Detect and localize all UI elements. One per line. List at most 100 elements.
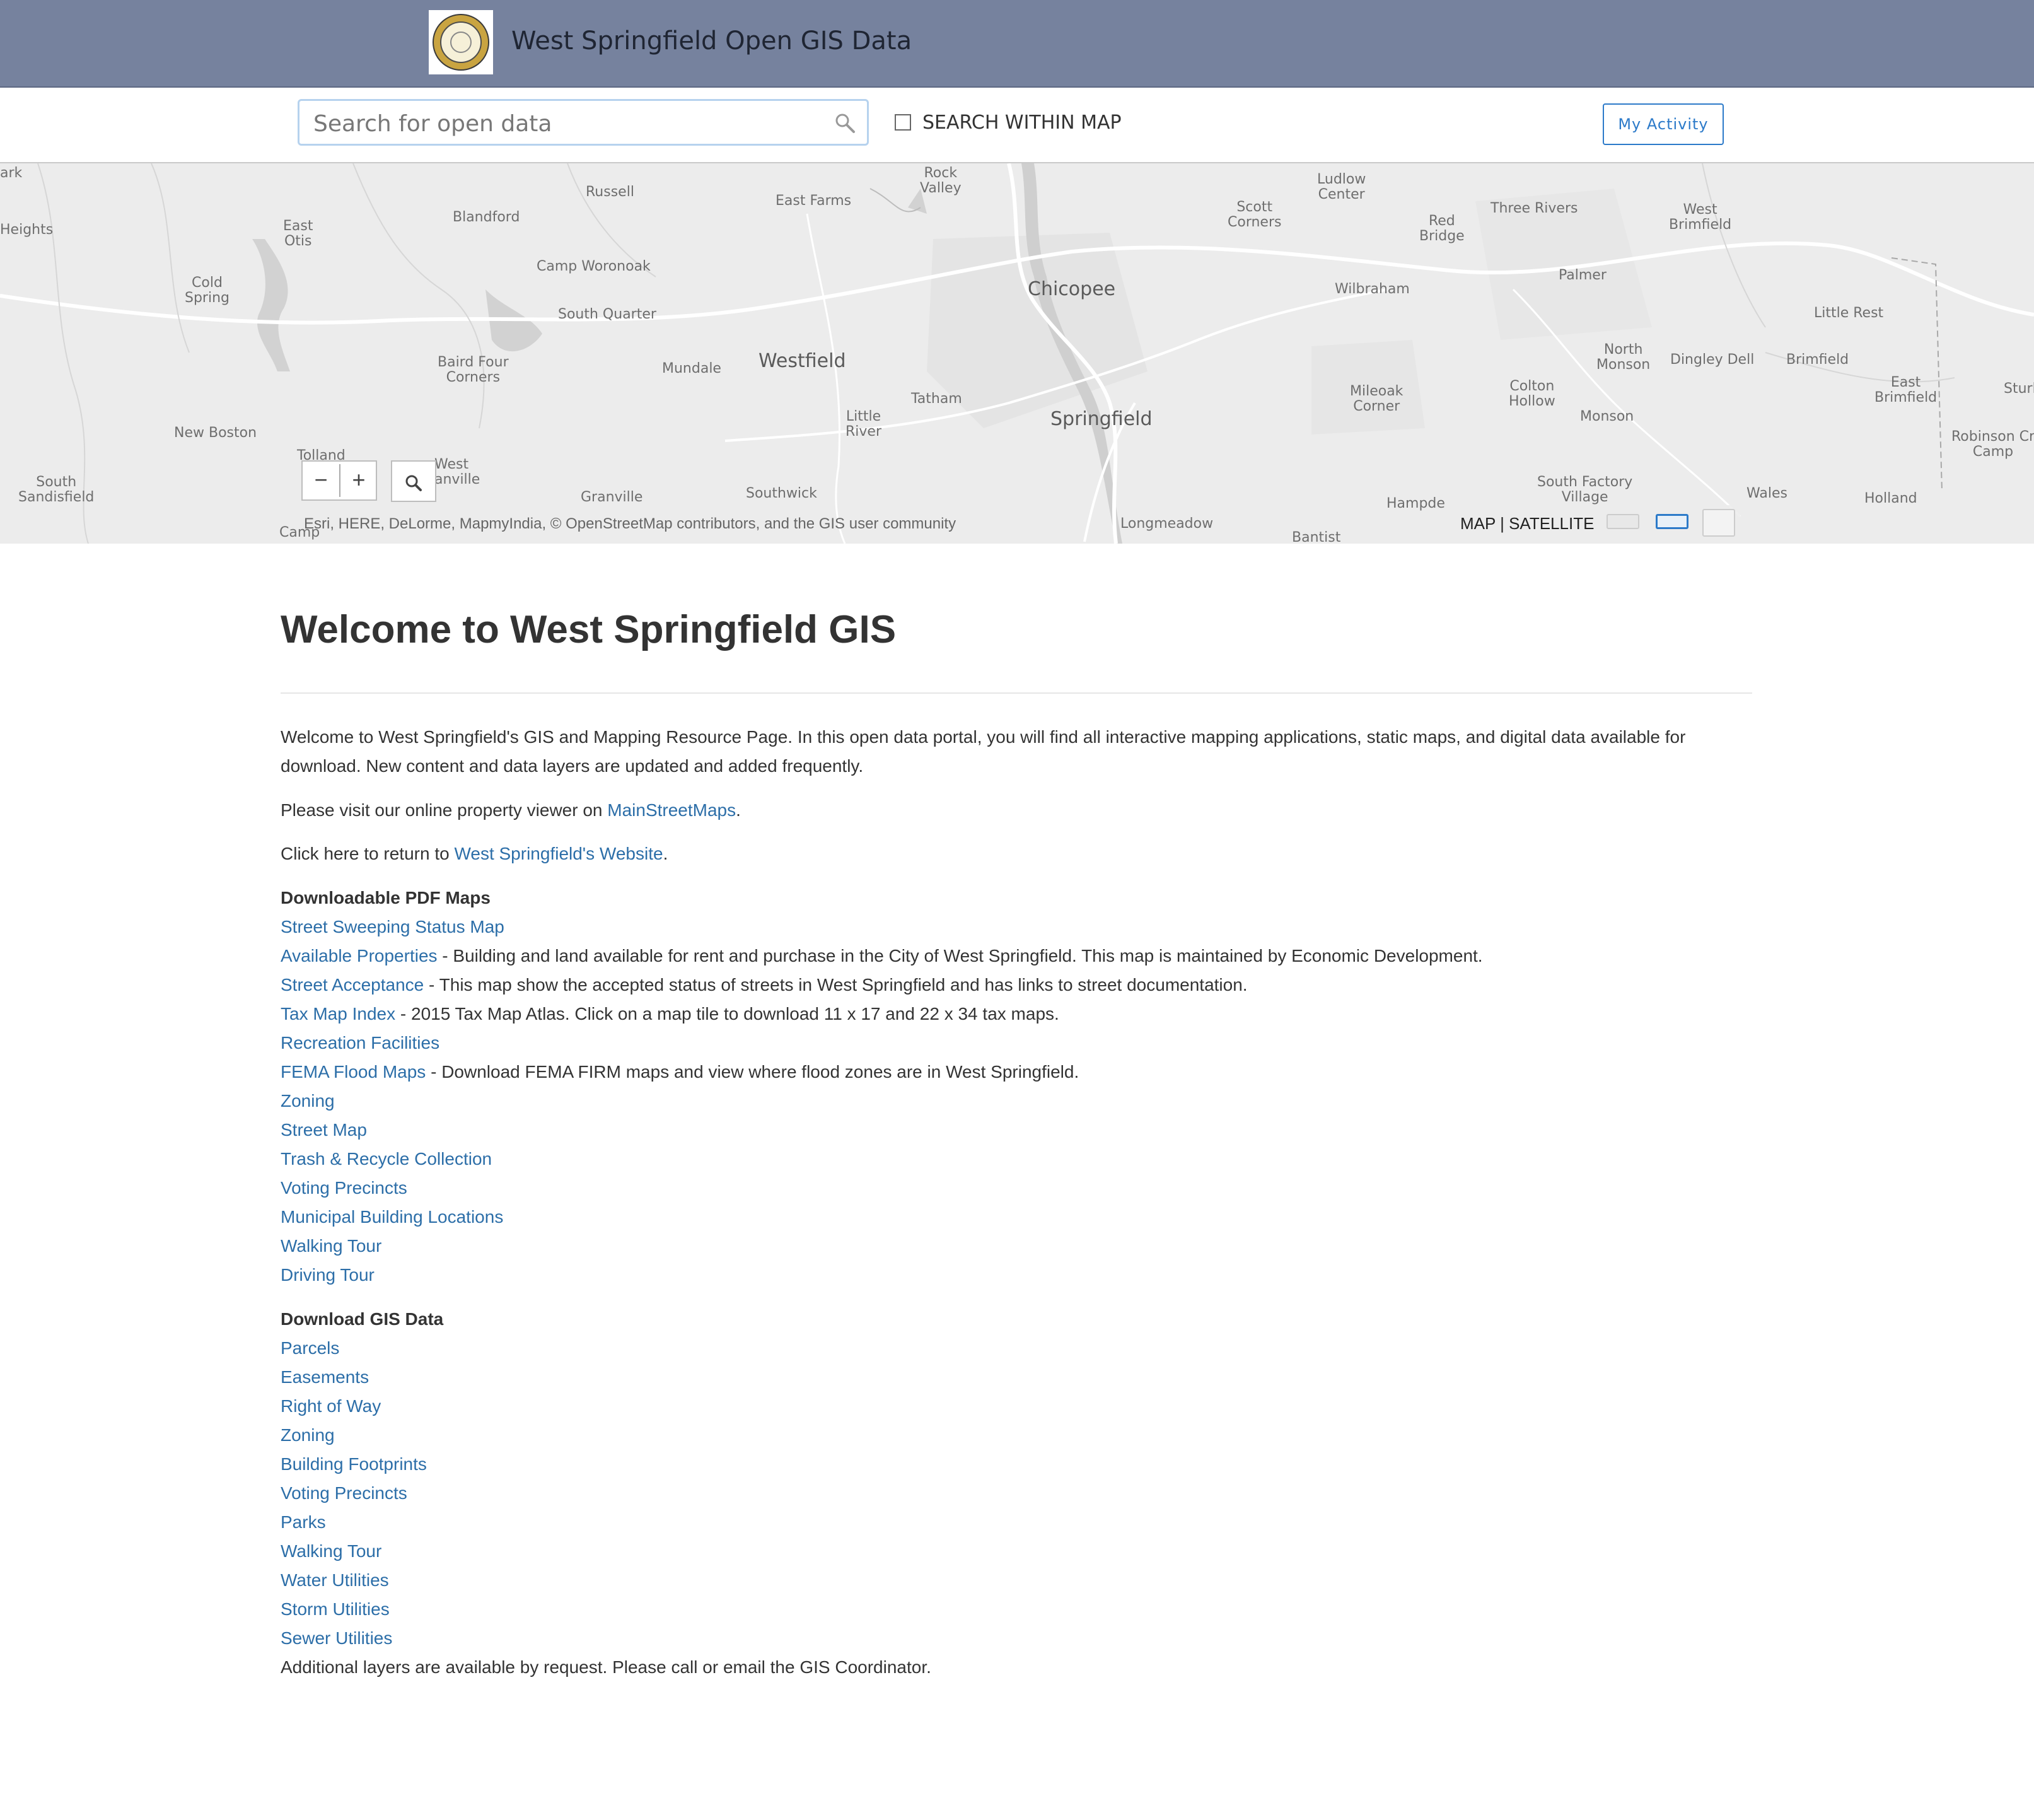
map-place-label: Colton Hollow	[1509, 378, 1555, 409]
gis-data-link[interactable]: Zoning	[281, 1425, 335, 1445]
map-place-label: Dingley Dell	[1670, 352, 1755, 368]
site-title[interactable]: West Springfield Open GIS Data	[511, 26, 912, 55]
my-activity-button[interactable]: My Activity	[1603, 103, 1724, 145]
city-seal-logo[interactable]	[429, 10, 493, 74]
pdf-map-item: Recreation Facilities	[281, 1029, 439, 1058]
gis-data-link[interactable]: Parcels	[281, 1338, 339, 1358]
pdf-map-item: Walking Tour	[281, 1232, 381, 1261]
map-place-label: Bantist	[1292, 530, 1341, 544]
pdf-map-link[interactable]: Tax Map Index	[281, 1004, 395, 1024]
gis-data-link[interactable]: Right of Way	[281, 1396, 381, 1416]
gis-data-item: Right of Way	[281, 1392, 381, 1421]
map-place-label: Scott Corners	[1228, 199, 1282, 230]
gis-data-item: Voting Precincts	[281, 1479, 407, 1508]
search-within-map-label[interactable]: SEARCH WITHIN MAP	[922, 112, 1122, 134]
map-place-label: Springfield	[1050, 408, 1153, 430]
map-place-label: Robinson Cr Camp	[1951, 429, 2034, 460]
footer-note: Additional layers are available by reque…	[281, 1657, 931, 1677]
map-place-label: Heights	[0, 222, 54, 238]
pdf-map-link[interactable]: Recreation Facilities	[281, 1033, 439, 1053]
search-input[interactable]	[312, 107, 819, 140]
basemap-thumb-satellite[interactable]	[1702, 509, 1735, 537]
map-place-label: Tatham	[911, 391, 962, 407]
gis-data-item: Zoning	[281, 1421, 335, 1450]
pdf-map-item: Driving Tour	[281, 1261, 375, 1290]
gis-data-link[interactable]: Easements	[281, 1367, 369, 1387]
map-place-label: Blandford	[453, 209, 520, 225]
search-icon	[405, 475, 422, 491]
zoom-out-button[interactable]: −	[303, 462, 339, 499]
map-attribution: Esri, HERE, DeLorme, MapmyIndia, © OpenS…	[304, 515, 956, 532]
city-website-link[interactable]: West Springfield's Website	[454, 844, 663, 863]
mainstreetmaps-link[interactable]: MainStreetMaps	[607, 800, 736, 820]
pdf-map-item: Voting Precincts	[281, 1174, 407, 1203]
main-content: Welcome to West Springfield GIS Welcome …	[281, 605, 1752, 1677]
site-header: West Springfield Open GIS Data	[0, 0, 2034, 88]
gis-data-item: Walking Tour	[281, 1537, 381, 1566]
basemap-label[interactable]: MAP | SATELLITE	[1460, 514, 1594, 534]
map-place-label: Palmer	[1559, 267, 1607, 283]
search-within-map-checkbox[interactable]	[895, 114, 911, 131]
gis-data-link[interactable]: Sewer Utilities	[281, 1628, 392, 1648]
map-search-button[interactable]	[391, 460, 436, 502]
pdf-map-link[interactable]: Zoning	[281, 1091, 335, 1111]
pdf-map-link[interactable]: FEMA Flood Maps	[281, 1062, 426, 1082]
search-icon[interactable]	[834, 112, 856, 134]
pdf-map-link[interactable]: Trash & Recycle Collection	[281, 1149, 492, 1169]
map-place-label: Chicopee	[1028, 278, 1116, 300]
search-bar: SEARCH WITHIN MAP My Activity	[0, 88, 2034, 163]
gis-data-link[interactable]: Water Utilities	[281, 1570, 389, 1590]
map-place-label: South Sandisfield	[18, 474, 95, 505]
basemap-thumb-light[interactable]	[1607, 514, 1639, 529]
map-place-label: Ludlow Center	[1317, 172, 1366, 202]
map-place-label: Granville	[581, 489, 643, 505]
pdf-map-link[interactable]: Street Map	[281, 1120, 367, 1140]
pdf-map-item: Street Map	[281, 1116, 367, 1145]
gis-data-link[interactable]: Building Footprints	[281, 1454, 427, 1474]
map-place-label: East Brimfield	[1874, 375, 1938, 405]
gis-data-link[interactable]: Walking Tour	[281, 1541, 381, 1561]
map-place-label: Rock Valley	[920, 165, 962, 196]
zoom-in-button[interactable]: +	[340, 462, 377, 499]
pdf-map-link[interactable]: Available Properties	[281, 946, 438, 965]
gis-data-link[interactable]: Voting Precincts	[281, 1483, 407, 1503]
pdf-map-item: Trash & Recycle Collection	[281, 1145, 492, 1174]
map-place-label: Wales	[1746, 486, 1787, 501]
map-place-label: New Boston	[174, 425, 257, 441]
gis-data-item: Parks	[281, 1508, 326, 1537]
map-place-label: South Quarter	[558, 306, 656, 322]
pdf-map-link[interactable]: Driving Tour	[281, 1265, 375, 1285]
map-place-label: Westfield	[758, 350, 846, 372]
search-box[interactable]	[298, 99, 869, 146]
map-place-label: Monson	[1580, 409, 1634, 424]
gis-data-item: Water Utilities	[281, 1566, 389, 1595]
map-place-label: Little River	[846, 409, 881, 440]
map-place-label: Mileoak Corner	[1350, 383, 1403, 414]
map-place-label: East Farms	[776, 193, 852, 209]
pdf-map-link[interactable]: Street Sweeping Status Map	[281, 917, 504, 936]
map-place-label: Wilbraham	[1335, 281, 1410, 297]
pdf-map-item: Municipal Building Locations	[281, 1203, 503, 1232]
map-place-label: South Factory Village	[1537, 474, 1633, 505]
pdf-map-link[interactable]: Street Acceptance	[281, 975, 424, 995]
viewer-paragraph: Please visit our online property viewer …	[281, 800, 741, 820]
map-view[interactable]: ark Heights East Otis Cold Spring Blandfor…	[0, 163, 2034, 544]
pdf-map-link[interactable]: Voting Precincts	[281, 1178, 407, 1198]
map-place-label: Camp Woronoak	[537, 259, 651, 274]
pdf-map-link[interactable]: Walking Tour	[281, 1236, 381, 1256]
basemap-switcher: MAP | SATELLITE	[1448, 505, 1740, 540]
map-place-label: ark	[0, 165, 23, 181]
gis-data-item: Parcels	[281, 1334, 339, 1363]
pdf-maps-heading: Downloadable PDF Maps	[281, 888, 491, 907]
pdf-map-item: Zoning	[281, 1087, 335, 1116]
map-place-label: West Brimfield	[1669, 202, 1732, 233]
gis-data-item: Sewer Utilities	[281, 1624, 392, 1653]
map-place-label: Baird Four Corners	[438, 354, 509, 385]
map-place-label: Brimfield	[1786, 352, 1849, 368]
pdf-map-link[interactable]: Municipal Building Locations	[281, 1207, 503, 1227]
map-place-label: Three Rivers	[1491, 201, 1578, 216]
gis-data-link[interactable]: Storm Utilities	[281, 1599, 390, 1619]
gis-data-link[interactable]: Parks	[281, 1512, 326, 1532]
pdf-map-item: Tax Map Index - 2015 Tax Map Atlas. Clic…	[281, 1004, 1059, 1024]
basemap-thumb-street[interactable]	[1656, 514, 1688, 529]
